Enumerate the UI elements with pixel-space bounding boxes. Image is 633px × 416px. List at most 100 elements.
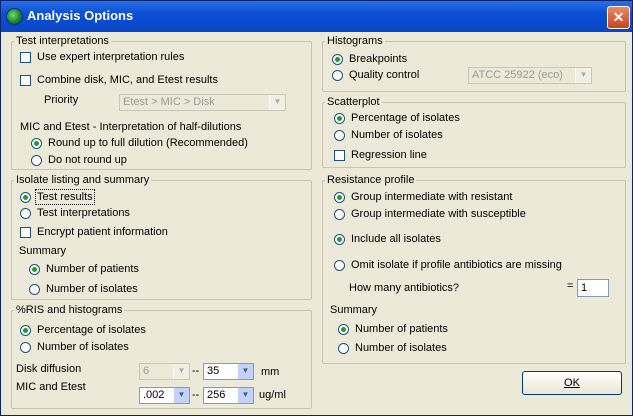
regression-label: Regression line	[351, 149, 427, 161]
isolate-listing-legend: Isolate listing and summary	[16, 174, 150, 186]
group-susceptible-radio[interactable]: Group intermediate with susceptible	[334, 208, 526, 220]
round-up-radio[interactable]: Round up to full dilution (Recommended)	[31, 137, 248, 149]
encrypt-check[interactable]	[20, 226, 31, 238]
ok-button[interactable]: OK	[522, 371, 622, 395]
no-round-radio-dot[interactable]	[31, 154, 42, 166]
mic-unit: ug/ml	[259, 389, 286, 401]
omit-label: Omit isolate if profile antibiotics are …	[351, 259, 562, 271]
priority-select[interactable]: Etest > MIC > Disk ▼	[119, 94, 286, 111]
globe-icon	[6, 8, 23, 25]
breakpoints-radio[interactable]: Breakpoints	[332, 53, 407, 65]
disk-unit: mm	[261, 366, 280, 378]
profile-num-patients-radio[interactable]: Number of patients	[338, 323, 448, 335]
test-results-radio-dot[interactable]	[20, 191, 31, 203]
include-all-label: Include all isolates	[351, 233, 441, 245]
quality-control-dot[interactable]	[332, 69, 343, 81]
profile-num-isolates-dot[interactable]	[338, 342, 349, 354]
resistance-profile-legend: Resistance profile	[327, 174, 415, 186]
isolate-num-isolates-radio[interactable]: Number of isolates	[29, 283, 138, 295]
profile-num-patients-label: Number of patients	[355, 323, 448, 335]
scatter-num-radio[interactable]: Number of isolates	[334, 129, 443, 141]
regression-check[interactable]	[334, 149, 345, 161]
ris-pct-dot[interactable]	[20, 324, 31, 336]
disk-from-select[interactable]: 6 ▼	[139, 363, 190, 380]
profile-num-patients-dot[interactable]	[338, 323, 349, 335]
breakpoints-label: Breakpoints	[349, 53, 408, 65]
mic-from-select[interactable]: .002 ▼	[139, 387, 190, 404]
half-dilutions-label: MIC and Etest - Interpretation of half-d…	[20, 121, 242, 133]
qc-strain-select[interactable]: ATCC 25922 (eco) ▼	[468, 67, 592, 84]
test-results-radio[interactable]: Test results	[20, 189, 95, 205]
expert-rules-checkbox[interactable]: Use expert interpretation rules	[20, 51, 184, 63]
chevron-down-icon[interactable]: ▼	[269, 95, 285, 110]
test-interpretations-radio[interactable]: Test interpretations	[20, 207, 130, 219]
test-interpretations-radio-dot[interactable]	[20, 207, 31, 219]
profile-num-isolates-label: Number of isolates	[355, 342, 447, 354]
scatterplot-legend: Scatterplot	[327, 96, 380, 108]
quality-control-radio[interactable]: Quality control	[332, 69, 419, 81]
chevron-down-icon[interactable]: ▼	[575, 68, 591, 83]
quality-control-label: Quality control	[349, 69, 420, 81]
ris-num-radio[interactable]: Number of isolates	[20, 341, 129, 353]
breakpoints-dot[interactable]	[332, 53, 343, 65]
combine-results-checkbox[interactable]: Combine disk, MIC, and Etest results	[20, 74, 218, 86]
encrypt-checkbox[interactable]: Encrypt patient information	[20, 226, 168, 238]
mic-from-value: .002	[143, 389, 165, 401]
mic-to-value: 256	[207, 389, 226, 401]
expert-rules-label: Use expert interpretation rules	[37, 51, 185, 63]
expert-rules-check[interactable]	[20, 51, 31, 63]
isolate-num-patients-radio[interactable]: Number of patients	[29, 263, 139, 275]
group-resistant-dot[interactable]	[334, 191, 345, 203]
test-results-label: Test results	[35, 189, 95, 205]
ris-pct-radio[interactable]: Percentage of isolates	[20, 324, 146, 336]
group-susceptible-dot[interactable]	[334, 208, 345, 220]
combine-results-label: Combine disk, MIC, and Etest results	[37, 74, 218, 86]
chevron-down-icon[interactable]: ▼	[237, 388, 253, 403]
no-round-radio[interactable]: Do not round up	[31, 154, 127, 166]
window-title: Analysis Options	[27, 8, 134, 23]
equals-sign: =	[567, 280, 574, 292]
scatter-pct-radio[interactable]: Percentage of isolates	[334, 112, 460, 124]
mic-to-select[interactable]: 256 ▼	[203, 387, 254, 404]
round-up-radio-dot[interactable]	[31, 137, 42, 149]
antibiotic-count-input[interactable]: 1	[577, 279, 609, 297]
priority-label: Priority	[44, 94, 79, 106]
how-many-label: How many antibiotics?	[349, 282, 460, 294]
scatter-num-label: Number of isolates	[351, 129, 443, 141]
profile-num-isolates-radio[interactable]: Number of isolates	[338, 342, 447, 354]
disk-to-select[interactable]: 35 ▼	[203, 363, 254, 380]
include-all-dot[interactable]	[334, 233, 345, 245]
qc-strain-value: ATCC 25922 (eco)	[472, 69, 563, 81]
omit-radio[interactable]: Omit isolate if profile antibiotics are …	[334, 259, 562, 271]
chevron-down-icon[interactable]: ▼	[173, 364, 189, 379]
no-round-label: Do not round up	[48, 154, 127, 166]
antibiotic-count-value: 1	[581, 282, 588, 294]
chevron-down-icon[interactable]: ▼	[173, 388, 189, 403]
scatter-pct-label: Percentage of isolates	[351, 112, 460, 124]
scatter-num-dot[interactable]	[334, 129, 345, 141]
isolate-summary-label: Summary	[19, 245, 67, 257]
disk-to-value: 35	[207, 365, 220, 377]
analysis-options-dialog: Analysis Options ✕ Test interpretations …	[0, 0, 633, 416]
isolate-num-patients-dot[interactable]	[29, 263, 40, 275]
round-up-label: Round up to full dilution (Recommended)	[48, 137, 248, 149]
chevron-down-icon[interactable]: ▼	[237, 364, 253, 379]
scatter-pct-dot[interactable]	[334, 112, 345, 124]
encrypt-label: Encrypt patient information	[37, 226, 168, 238]
isolate-num-patients-label: Number of patients	[46, 263, 139, 275]
disk-separator: --	[192, 365, 200, 377]
group-susceptible-label: Group intermediate with susceptible	[351, 208, 526, 220]
disk-label: Disk diffusion	[16, 363, 82, 375]
include-all-radio[interactable]: Include all isolates	[334, 233, 441, 245]
combine-results-check[interactable]	[20, 74, 31, 86]
profile-summary-label: Summary	[330, 304, 378, 316]
ris-num-dot[interactable]	[20, 341, 31, 353]
test-interpretations-legend: Test interpretations	[16, 35, 109, 47]
group-resistant-radio[interactable]: Group intermediate with resistant	[334, 191, 512, 203]
omit-dot[interactable]	[334, 259, 345, 271]
regression-checkbox[interactable]: Regression line	[334, 149, 427, 161]
title-bar: Analysis Options ✕	[1, 1, 632, 32]
isolate-num-isolates-dot[interactable]	[29, 283, 40, 295]
close-button[interactable]: ✕	[607, 6, 630, 29]
test-interpretations-label: Test interpretations	[37, 207, 130, 219]
